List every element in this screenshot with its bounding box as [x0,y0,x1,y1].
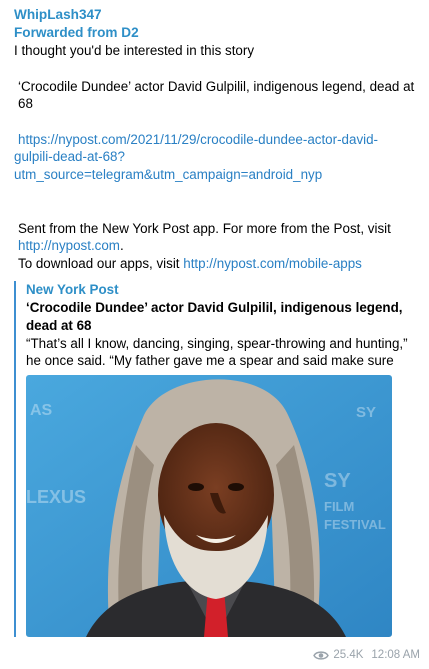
mobile-apps-link[interactable]: http://nypost.com/mobile-apps [183,256,362,271]
article-link[interactable]: https://nypost.com/2021/11/29/crocodile-… [18,132,378,147]
message-meta: 25.4K 12:08 AM [313,648,420,662]
article-link-params[interactable]: utm_source=telegram&utm_campaign=android… [14,167,322,182]
view-count: 25.4K [333,649,364,661]
message-bubble: WhipLash347 Forwarded from D2 I thought … [0,0,429,669]
svg-text:FESTIVAL: FESTIVAL [324,517,386,532]
preview-site-name[interactable]: New York Post [26,281,409,298]
nypost-link-suffix: . [119,238,124,254]
sent-from-text: Sent from the New York Post app. For mor… [18,220,391,236]
preview-image[interactable]: AS LEXUS SY FILM FESTIVAL SY [26,374,392,637]
download-text: To download our apps, visit [18,255,184,271]
message-text: I thought you'd be interested in this st… [14,42,419,272]
svg-text:SY: SY [324,470,351,492]
preview-title: ‘Crocodile Dundee’ actor David Gulpilil,… [26,300,403,333]
link-preview[interactable]: New York Post ‘Crocodile Dundee’ actor D… [14,281,409,637]
eye-icon [313,650,330,661]
svg-text:FILM: FILM [324,499,354,514]
nypost-link[interactable]: http://nypost.com [18,238,120,253]
article-link-cont[interactable]: gulpili-dead-at-68? [14,149,125,164]
headline-text: ‘Crocodile Dundee’ actor David Gulpilil,… [18,78,418,112]
svg-text:LEXUS: LEXUS [26,487,86,507]
sender-name[interactable]: WhipLash347 [14,6,419,24]
svg-text:SY: SY [356,404,376,421]
intro-text: I thought you'd be interested in this st… [14,43,255,58]
message-time: 12:08 AM [371,649,420,661]
preview-description: “That’s all I know, dancing, singing, sp… [26,335,408,369]
portrait-photo: AS LEXUS SY FILM FESTIVAL SY [26,374,392,637]
svg-text:AS: AS [30,402,53,419]
forwarded-from-label[interactable]: Forwarded from D2 [14,24,419,42]
